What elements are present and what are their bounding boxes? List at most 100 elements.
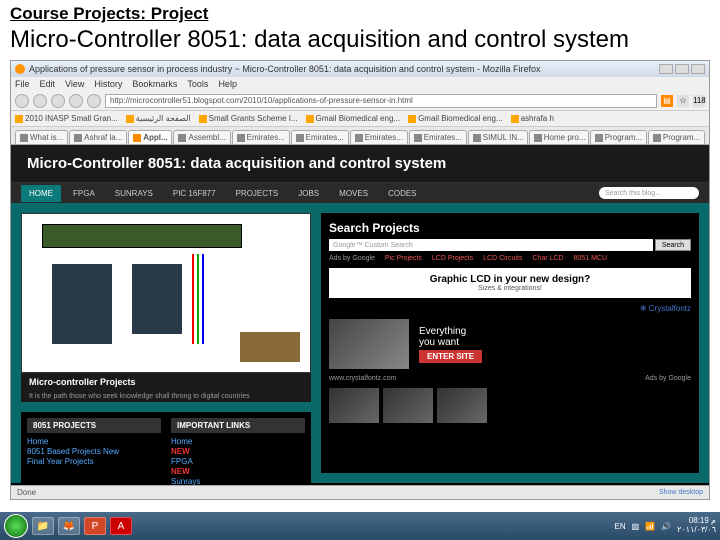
- search-button[interactable]: Search: [655, 239, 691, 251]
- tab[interactable]: Program...: [590, 130, 647, 144]
- reload-button[interactable]: [51, 94, 65, 108]
- home-button[interactable]: [87, 94, 101, 108]
- tab[interactable]: What is...: [15, 130, 68, 144]
- bookmark-icon: [15, 115, 23, 123]
- ad-link[interactable]: Pic Projects: [385, 255, 422, 262]
- forward-button[interactable]: [33, 94, 47, 108]
- menu-tools[interactable]: Tools: [187, 79, 208, 89]
- ad-link[interactable]: Char LCD: [532, 255, 563, 262]
- start-button[interactable]: [4, 514, 28, 538]
- bookmark-star-icon[interactable]: ☆: [677, 95, 689, 107]
- schematic-wire: [192, 254, 194, 344]
- tab[interactable]: Ashraf la...: [69, 130, 127, 144]
- crystalfontz-link[interactable]: Crystalfontz: [329, 304, 691, 313]
- ad-image[interactable]: [329, 319, 409, 369]
- links-header: IMPORTANT LINKS: [171, 418, 305, 433]
- tab[interactable]: Emirates...: [409, 130, 467, 144]
- favicon-icon: [534, 134, 542, 142]
- enter-site-button[interactable]: ENTER SITE: [419, 350, 482, 363]
- bookmark-item[interactable]: ashrafa h: [511, 114, 554, 123]
- tab-active[interactable]: Appl...: [128, 130, 172, 144]
- favicon-icon: [473, 134, 481, 142]
- tray-clock[interactable]: 08:19 م ٢٠١١/٠٣/٠٦: [677, 517, 716, 535]
- gallery-image[interactable]: [383, 388, 433, 423]
- new-badge: NEW: [171, 467, 190, 476]
- menu-view[interactable]: View: [65, 79, 84, 89]
- lcd-ad[interactable]: Graphic LCD in your new design? Sizes & …: [329, 268, 691, 298]
- blog-search-input[interactable]: Search this blog...: [599, 187, 699, 199]
- taskbar-pdf-icon[interactable]: A: [110, 517, 132, 535]
- ad-url[interactable]: www.crystalfontz.com: [329, 375, 396, 382]
- nav-item[interactable]: SUNRAYS: [107, 185, 161, 202]
- tab[interactable]: Home pro...: [529, 130, 589, 144]
- favicon-icon: [178, 134, 186, 142]
- nav-item[interactable]: PIC 16F877: [165, 185, 224, 202]
- menu-help[interactable]: Help: [218, 79, 237, 89]
- nav-item[interactable]: PROJECTS: [228, 185, 287, 202]
- nav-home[interactable]: HOME: [21, 185, 61, 202]
- tab[interactable]: SIMUL IN...: [468, 130, 528, 144]
- favicon-icon: [653, 134, 661, 142]
- status-text: Done: [17, 488, 36, 497]
- tray-network-icon[interactable]: 📶: [645, 522, 655, 531]
- project-link[interactable]: Sunrays: [171, 477, 305, 485]
- gallery-image[interactable]: [329, 388, 379, 423]
- taskbar-firefox-icon[interactable]: 🦊: [58, 517, 80, 535]
- tray-volume-icon[interactable]: 🔊: [661, 522, 671, 531]
- bookmark-item[interactable]: Gmail Biomedical eng...: [306, 114, 400, 123]
- bookmark-item[interactable]: 2010 INASP Small Gran...: [15, 114, 118, 123]
- project-link[interactable]: FPGA: [171, 457, 305, 466]
- tab[interactable]: Emirates...: [350, 130, 408, 144]
- bookmark-item[interactable]: الصفحة الرئيسية: [126, 114, 191, 123]
- nav-item[interactable]: CODES: [380, 185, 424, 202]
- schematic-image[interactable]: [21, 213, 311, 373]
- ad-link[interactable]: 8051 MCU: [574, 255, 607, 262]
- ad-text: Everythingyou want: [419, 326, 482, 348]
- menu-history[interactable]: History: [94, 79, 122, 89]
- nav-item[interactable]: MOVES: [331, 185, 376, 202]
- bookmark-item[interactable]: Small Grants Scheme I...: [199, 114, 298, 123]
- project-link[interactable]: Home: [171, 437, 305, 446]
- favicon-icon: [74, 134, 82, 142]
- menu-file[interactable]: File: [15, 79, 30, 89]
- project-link[interactable]: 8051 Based Projects New: [27, 447, 161, 456]
- gallery-image[interactable]: [437, 388, 487, 423]
- maximize-button[interactable]: [675, 64, 689, 74]
- schematic-chip: [52, 264, 112, 344]
- taskbar-explorer-icon[interactable]: 📁: [32, 517, 54, 535]
- tab[interactable]: Emirates...: [232, 130, 290, 144]
- favicon-icon: [595, 134, 603, 142]
- bookmark-icon: [199, 115, 207, 123]
- back-button[interactable]: [15, 94, 29, 108]
- search-projects-input[interactable]: Google™ Custom Search: [329, 239, 653, 251]
- browser-window: Applications of pressure sensor in proce…: [10, 60, 710, 500]
- tab[interactable]: Assembl...: [173, 130, 230, 144]
- schematic-chip: [132, 264, 182, 334]
- close-button[interactable]: [691, 64, 705, 74]
- tray-lang[interactable]: EN: [615, 522, 626, 531]
- project-link[interactable]: Home: [27, 437, 161, 446]
- ads-label: Ads by Google: [329, 255, 375, 262]
- menu-bookmarks[interactable]: Bookmarks: [132, 79, 177, 89]
- ad-link[interactable]: LCD Projects: [432, 255, 473, 262]
- ad-link[interactable]: LCD Circuits: [483, 255, 522, 262]
- taskbar-powerpoint-icon[interactable]: P: [84, 517, 106, 535]
- tab[interactable]: Emirates...: [291, 130, 349, 144]
- tab[interactable]: Program...: [648, 130, 705, 144]
- slide-subheading: Micro-Controller 8051: data acquisition …: [10, 26, 710, 54]
- nav-item[interactable]: FPGA: [65, 185, 103, 202]
- bookmark-icon: [511, 115, 519, 123]
- nav-item[interactable]: JOBS: [290, 185, 327, 202]
- status-right[interactable]: Show desktop: [659, 489, 703, 496]
- url-bar[interactable]: http://microcontroller51.blogspot.com/20…: [105, 94, 657, 108]
- project-link[interactable]: Final Year Projects: [27, 457, 161, 466]
- minimize-button[interactable]: [659, 64, 673, 74]
- pagerank-badge: 118: [693, 95, 705, 107]
- stop-button[interactable]: [69, 94, 83, 108]
- ad-links-row: Ads by Google Pic Projects LCD Projects …: [329, 255, 691, 262]
- menu-edit[interactable]: Edit: [40, 79, 56, 89]
- search-projects-heading: Search Projects: [329, 221, 691, 235]
- rss-icon[interactable]: ▤: [661, 95, 673, 107]
- tray-flag-icon[interactable]: ▧: [632, 522, 640, 531]
- bookmark-item[interactable]: Gmail Biomedical eng...: [408, 114, 502, 123]
